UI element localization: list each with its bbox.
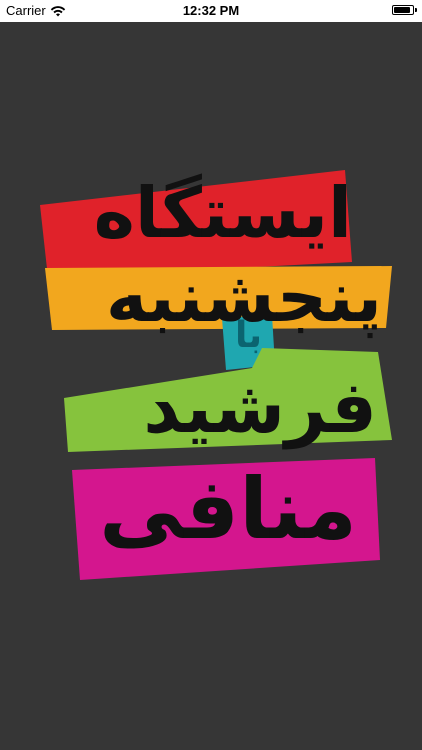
logo-line-4: فرشید <box>143 365 377 449</box>
app-logo: ایستگاه پنجشنبه با فرشید منافی <box>0 0 422 750</box>
logo-line-5: منافی <box>99 460 357 558</box>
logo-line-3: با <box>234 315 262 356</box>
logo-line-1: ایستگاه <box>93 172 352 254</box>
